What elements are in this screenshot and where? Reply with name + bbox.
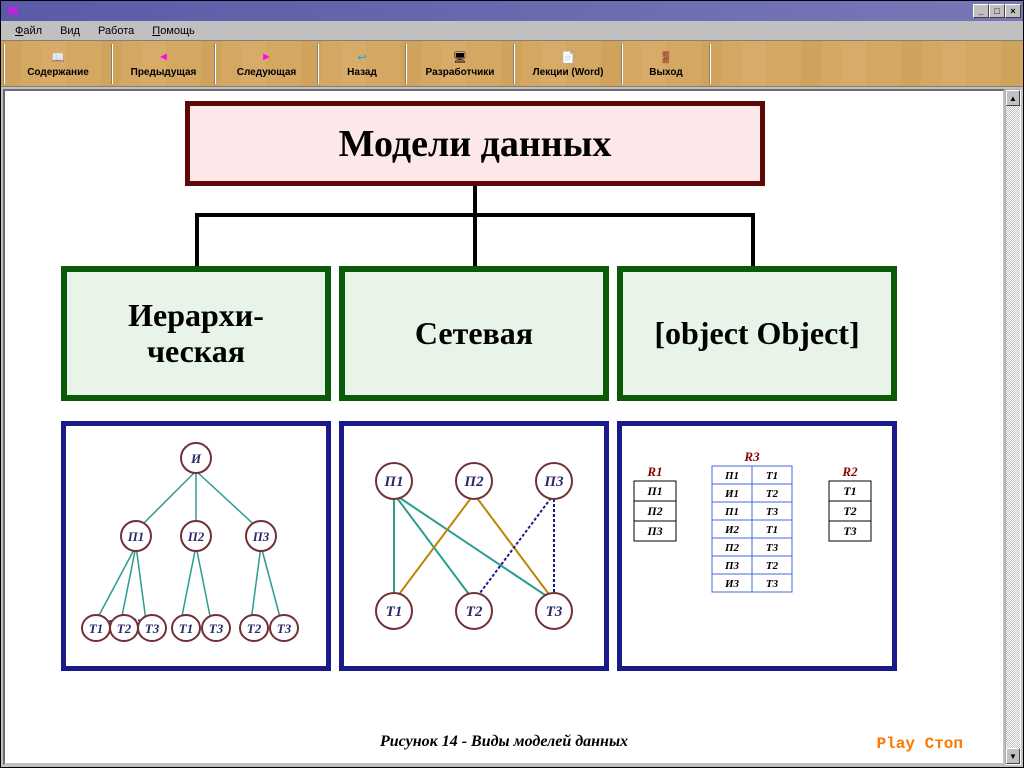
svg-text:Т1: Т1 [179,621,193,636]
svg-text:R3: R3 [743,449,760,464]
svg-text:Т3: Т3 [277,621,292,636]
svg-text:П1: П1 [646,484,662,498]
svg-text:И1: И1 [724,488,739,500]
svg-text:И2: И2 [724,524,740,536]
figure-caption: Рисунок 14 - Виды моделей данных [5,733,1003,751]
back-arrow-icon: ↩ [354,49,370,65]
hier-title-box: Иерархи-ческая [61,266,331,401]
close-button[interactable]: × [1005,4,1021,18]
menu-file[interactable]: Файл [7,23,50,39]
titlebar: Ж _ □ × [1,1,1023,21]
app-window: Ж _ □ × Файл Вид Работа Помощь 📖 Содержа… [0,0,1024,768]
svg-text:Т2: Т2 [466,604,483,620]
svg-text:П1: П1 [724,470,739,482]
svg-text:Т3: Т3 [145,621,160,636]
svg-text:Т3: Т3 [546,604,563,620]
net-title: Сетевая [415,316,533,351]
menu-help[interactable]: Помощь [144,23,203,39]
svg-text:Т3: Т3 [843,524,856,538]
svg-text:Т1: Т1 [766,524,778,536]
svg-text:П2: П2 [646,504,662,518]
svg-text:П3: П3 [724,560,740,572]
svg-text:Т1: Т1 [386,604,403,620]
devs-button[interactable]: 🖥 Разработчики [410,44,510,84]
minimize-button[interactable]: _ [973,4,989,18]
computer-icon: 🖥 [452,49,468,65]
doc-icon: 📄 [560,49,576,65]
svg-text:П3: П3 [543,474,564,490]
book-icon: 📖 [50,49,66,65]
svg-text:Т1: Т1 [89,621,103,636]
svg-text:Т2: Т2 [843,504,856,518]
play-stop-controls[interactable]: Play Стоп [877,735,963,753]
scroll-up-button[interactable]: ▲ [1006,90,1020,106]
next-button[interactable]: ► Следующая [219,44,314,84]
rel-body: R1 П1 П2 П3 R3 [617,421,897,671]
stop-link[interactable]: Стоп [925,735,963,753]
root-title: Модели данных [339,122,612,166]
rel-svg: R1 П1 П2 П3 R3 [622,426,892,666]
svg-text:П1: П1 [127,529,145,544]
vertical-scrollbar[interactable]: ▲ ▼ [1005,89,1021,765]
exit-button[interactable]: 🚪 Выход [626,44,706,84]
root-box: Модели данных [185,101,765,186]
svg-text:R2: R2 [841,464,858,479]
net-title-box: Сетевая [339,266,609,401]
svg-text:Т1: Т1 [843,484,856,498]
svg-text:П1: П1 [383,474,403,490]
svg-text:П2: П2 [724,542,740,554]
hier-svg: И П1 П2 П3 Т1 Т2 Т3 Т1 Т3 Т2 Т3 [66,426,326,666]
svg-text:П1: П1 [724,506,739,518]
svg-text:И: И [190,451,202,466]
arrow-left-icon: ◄ [156,49,172,65]
svg-text:П2: П2 [187,529,205,544]
maximize-button[interactable]: □ [989,4,1005,18]
svg-text:Т3: Т3 [766,506,779,518]
rel-title-box: [object Object] [617,266,897,401]
net-body: П1 П2 П3 Т1 Т2 Т3 [339,421,609,671]
content-area: Модели данных Иерархи-ческая Сетевая [ob… [1,87,1023,767]
svg-text:П3: П3 [252,529,270,544]
back-button[interactable]: ↩ Назад [322,44,402,84]
exit-icon: 🚪 [658,49,674,65]
svg-text:Т3: Т3 [209,621,224,636]
app-icon: Ж [5,3,21,19]
arrow-right-icon: ► [259,49,275,65]
play-link[interactable]: Play [877,735,915,753]
hier-title: Иерархи-ческая [128,298,264,368]
svg-text:Т3: Т3 [766,578,779,590]
svg-text:Т2: Т2 [766,560,779,572]
svg-text:Т2: Т2 [247,621,262,636]
hier-body: И П1 П2 П3 Т1 Т2 Т3 Т1 Т3 Т2 Т3 [61,421,331,671]
svg-text:П3: П3 [646,524,662,538]
contents-button[interactable]: 📖 Содержание [8,44,108,84]
prev-button[interactable]: ◄ Предыдущая [116,44,211,84]
diagram-viewport: Модели данных Иерархи-ческая Сетевая [ob… [3,89,1005,765]
svg-text:Т1: Т1 [766,470,778,482]
scroll-track[interactable] [1006,106,1020,748]
svg-text:Т2: Т2 [766,488,779,500]
net-svg: П1 П2 П3 Т1 Т2 Т3 [344,426,604,666]
svg-text:П2: П2 [463,474,484,490]
svg-text:И3: И3 [724,578,740,590]
svg-text:Т3: Т3 [766,542,779,554]
menu-view[interactable]: Вид [52,23,88,39]
toolbar: 📖 Содержание ◄ Предыдущая ► Следующая ↩ … [1,41,1023,87]
menu-work[interactable]: Работа [90,23,142,39]
lectures-button[interactable]: 📄 Лекции (Word) [518,44,618,84]
rel-title: [object Object] [654,316,859,351]
menubar: Файл Вид Работа Помощь [1,21,1023,41]
svg-text:Т2: Т2 [117,621,132,636]
scroll-down-button[interactable]: ▼ [1006,748,1020,764]
svg-text:R1: R1 [646,464,662,479]
